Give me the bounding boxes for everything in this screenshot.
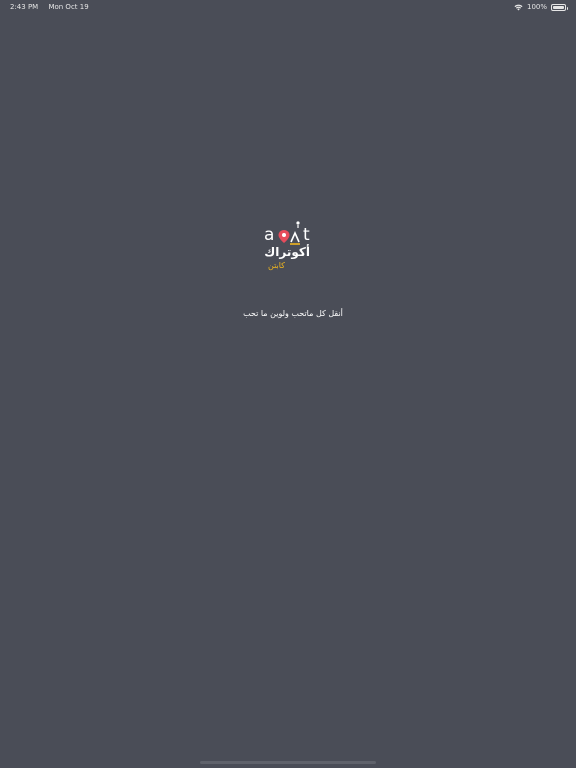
status-right: 100% [514,3,568,11]
svg-text:a: a [264,225,274,245]
logo-arabic-name: أكوتراك [264,245,310,259]
status-time: 2:43 PM [10,3,39,11]
logo-arabic-subtitle: كابتن [268,261,285,270]
svg-text:t: t [303,225,310,245]
status-date: Mon Oct 19 [48,3,89,11]
status-bar: 2:43 PM Mon Oct 19 100% [0,0,576,14]
location-pin-icon [278,230,290,243]
battery-percent: 100% [526,3,547,11]
logo-latin-mark: a t [264,221,310,245]
home-indicator[interactable] [200,761,376,764]
battery-icon [551,3,568,11]
app-logo: a t أكوتراك كابتن [262,220,316,274]
status-left: 2:43 PM Mon Oct 19 [10,3,97,11]
wifi-icon [514,4,523,10]
battery-fill [553,5,564,9]
tagline-text: أنقل كل ماتحب ولوين ما تحب [243,309,343,318]
